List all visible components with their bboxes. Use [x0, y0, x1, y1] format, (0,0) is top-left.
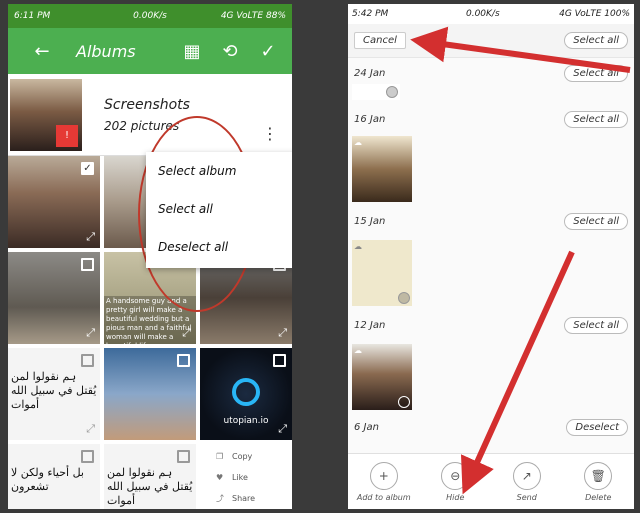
- annotation-arrows: [410, 26, 631, 495]
- annotation-arrow-cancel: [410, 26, 631, 73]
- annotation-arrow-hide: [460, 250, 575, 495]
